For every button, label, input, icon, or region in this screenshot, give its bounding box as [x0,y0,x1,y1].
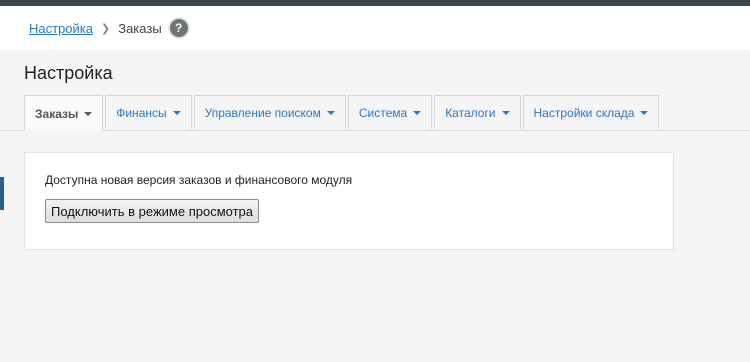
breadcrumb: Настройка ❯ Заказы ? [29,17,190,39]
header: Настройка ❯ Заказы ? [0,6,750,50]
tab-warehouse-settings[interactable]: Настройки склада [522,95,660,129]
help-icon[interactable]: ? [167,17,190,39]
caret-down-icon [172,110,181,115]
tabs-divider [0,130,750,131]
tab-label: Управление поиском [204,105,321,120]
tab-finance[interactable]: Финансы [105,95,192,129]
left-edge-marker [0,177,4,210]
caret-down-icon [413,110,422,115]
tab-label: Настройки склада [533,105,635,120]
tab-catalogs[interactable]: Каталоги [434,95,521,129]
breadcrumb-link-settings[interactable]: Настройка [29,21,93,36]
tab-label: Каталоги [445,105,496,120]
tab-system[interactable]: Система [347,95,433,129]
tab-label: Заказы [35,106,79,121]
chevron-right-icon: ❯ [101,22,111,35]
caret-down-icon [501,110,510,115]
tab-search-management[interactable]: Управление поиском [193,95,346,129]
caret-down-icon [640,110,649,115]
notice-panel: Доступна новая версия заказов и финансов… [24,152,674,250]
caret-down-icon [326,110,335,115]
enable-preview-button[interactable]: Подключить в режиме просмотра [45,199,259,223]
caret-down-icon [84,111,93,116]
tab-label: Система [358,105,408,120]
tab-bar: Заказы Финансы Управление поиском Систем… [24,95,661,131]
tab-orders[interactable]: Заказы [24,95,104,131]
tab-label: Финансы [116,105,167,120]
page-title: Настройка [24,63,113,83]
breadcrumb-current: Заказы [118,20,162,36]
notice-text: Доступна новая версия заказов и финансов… [45,173,353,187]
